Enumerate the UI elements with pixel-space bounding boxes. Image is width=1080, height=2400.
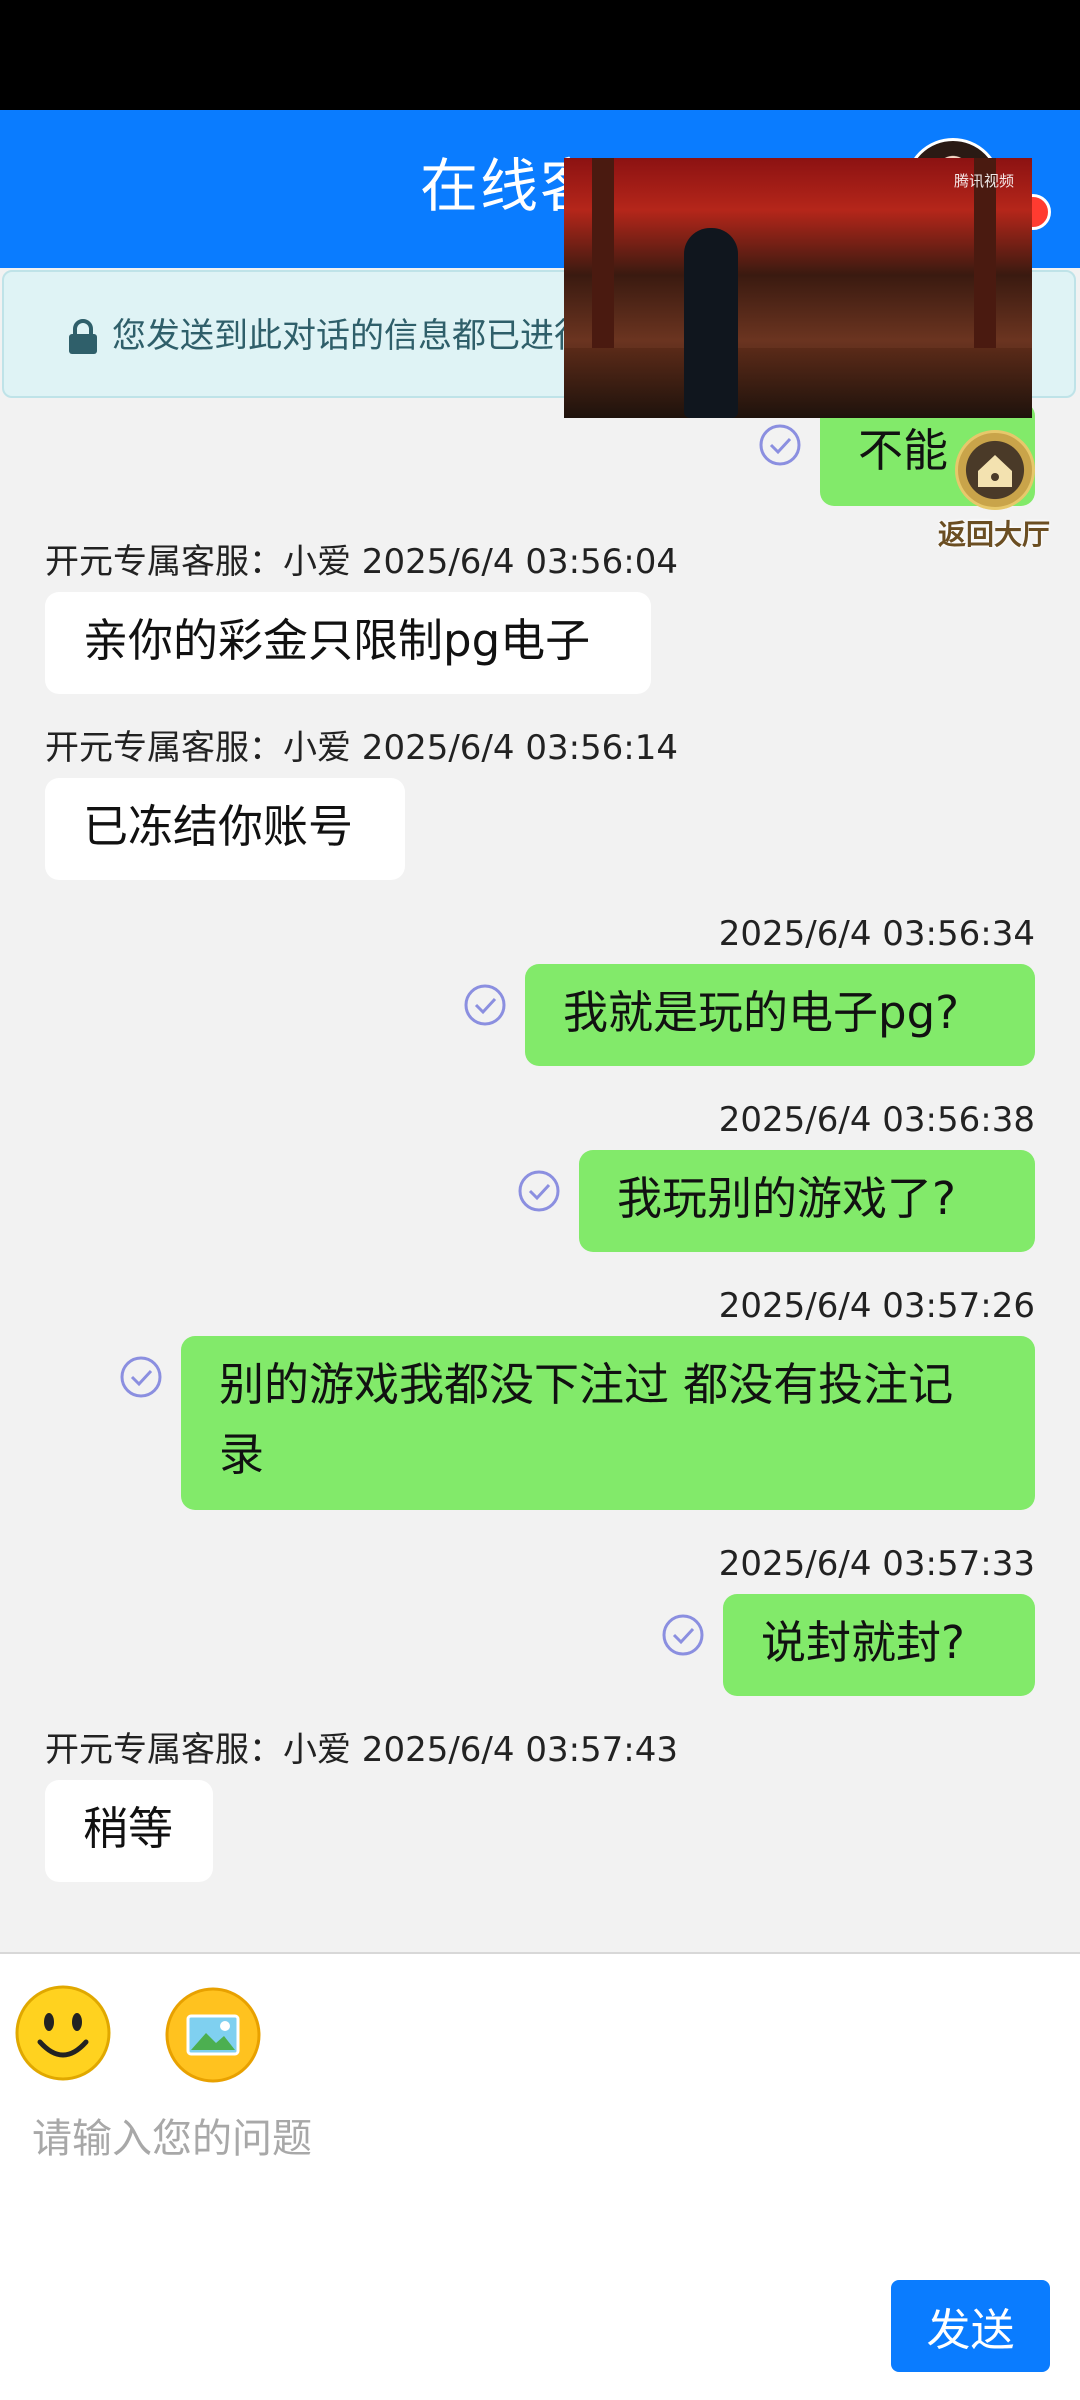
message-bubble-outgoing: 我玩别的游戏了? [579, 1150, 1035, 1252]
message-text: 亲你的彩金只限制pg电子 [83, 614, 591, 667]
check-circle-icon [759, 424, 801, 466]
message-bubble-incoming: 稍等 [45, 1780, 213, 1882]
message-text: 稍等 [83, 1802, 174, 1855]
message-text: 说封就封? [761, 1616, 965, 1669]
video-scene-figure [684, 228, 738, 418]
message-meta: 2025/6/4 03:57:26 [718, 1286, 1035, 1326]
message-bubble-outgoing: 我就是玩的电子pg? [525, 964, 1035, 1066]
message-text: 别的游戏我都没下注过 都没有投注记录 [219, 1358, 954, 1481]
home-icon [978, 455, 1012, 487]
message-text: 我就是玩的电子pg? [563, 986, 960, 1039]
message-bubble-incoming: 已冻结你账号 [45, 778, 405, 880]
message-meta: 开元专属客服：小爱 2025/6/4 03:56:04 [45, 542, 679, 582]
message-bubble-incoming: 亲你的彩金只限制pg电子 [45, 592, 651, 694]
check-circle-icon [518, 1170, 560, 1212]
chat-area[interactable]: 不能 开元专属客服：小爱 2025/6/4 03:56:04 亲你的彩金只限制p… [0, 400, 1080, 1950]
message-composer: 发送 [0, 1952, 1080, 2400]
message-text: 不能 [858, 424, 949, 477]
check-circle-icon [662, 1614, 704, 1656]
message-meta: 开元专属客服：小爱 2025/6/4 03:57:43 [45, 1730, 679, 1770]
floating-video-player[interactable]: 腾讯视频 [564, 158, 1032, 418]
check-circle-icon [120, 1356, 162, 1398]
lock-icon [69, 319, 97, 354]
message-meta: 2025/6/4 03:56:34 [718, 914, 1035, 954]
return-lobby-label[interactable]: 返回大厅 [938, 513, 1050, 553]
message-meta: 2025/6/4 03:56:38 [718, 1100, 1035, 1140]
message-meta: 开元专属客服：小爱 2025/6/4 03:56:14 [45, 728, 679, 768]
message-bubble-outgoing: 别的游戏我都没下注过 都没有投注记录 [181, 1336, 1035, 1510]
emoji-icon[interactable] [14, 1984, 112, 2082]
message-input[interactable] [30, 2104, 1034, 2228]
video-scene-floor [564, 348, 1032, 418]
image-icon[interactable] [164, 1986, 262, 2084]
message-text: 我玩别的游戏了? [617, 1172, 956, 1225]
video-logo: 腾讯视频 [953, 172, 1014, 190]
return-lobby-button[interactable] [955, 430, 1035, 510]
send-button[interactable]: 发送 [891, 2280, 1050, 2372]
message-text: 已冻结你账号 [83, 800, 354, 853]
message-bubble-outgoing: 说封就封? [723, 1594, 1035, 1696]
status-bar [0, 0, 1080, 110]
message-meta: 2025/6/4 03:57:33 [718, 1544, 1035, 1584]
check-circle-icon [464, 984, 506, 1026]
